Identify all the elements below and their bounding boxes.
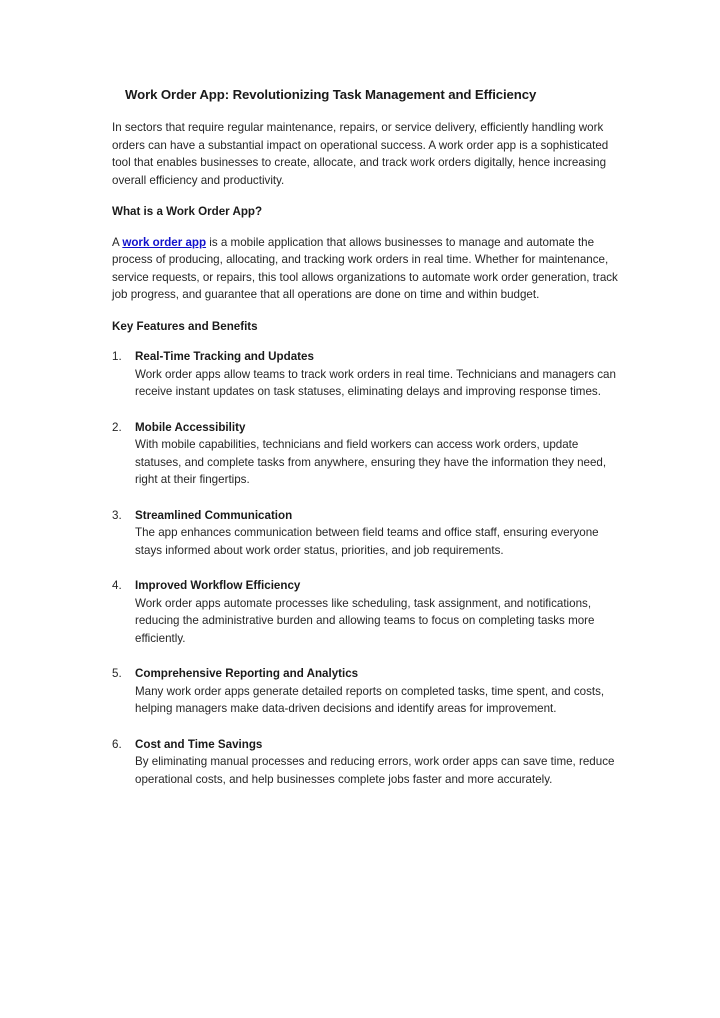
list-item-title: Streamlined Communication	[135, 508, 293, 522]
document-body: Work Order App: Revolutionizing Task Man…	[112, 86, 620, 788]
list-item: 5. Comprehensive Reporting and Analytics…	[112, 665, 620, 718]
list-item-text: By eliminating manual processes and redu…	[135, 755, 615, 786]
section-heading-what-is: What is a Work Order App?	[112, 205, 263, 218]
list-item-title: Mobile Accessibility	[135, 420, 246, 434]
text-before-link: A	[112, 235, 123, 249]
list-item: 4. Improved Workflow Efficiency Work ord…	[112, 577, 620, 647]
list-item-title: Real-Time Tracking and Updates	[135, 350, 314, 363]
list-item-number: 2.	[112, 420, 122, 434]
feature-list: 1. Real-Time Tracking and Updates Work o…	[112, 348, 620, 788]
intro-paragraph: In sectors that require regular maintena…	[112, 121, 609, 187]
what-is-paragraph: A work order app is a mobile application…	[112, 234, 620, 304]
list-item-text: The app enhances communication between f…	[135, 526, 599, 557]
list-item-text: Work order apps allow teams to track wor…	[135, 367, 616, 399]
list-item-text: Work order apps automate processes like …	[135, 596, 595, 645]
list-item-title: Comprehensive Reporting and Analytics	[135, 667, 359, 680]
list-item-number: 4.	[112, 579, 122, 592]
section-heading-key-features: Key Features and Benefits	[112, 319, 258, 333]
list-item-title: Cost and Time Savings	[135, 737, 263, 751]
list-item-number: 5.	[112, 667, 122, 680]
list-item: 2. Mobile Accessibility With mobile capa…	[112, 419, 620, 489]
document-page: Work Order App: Revolutionizing Task Man…	[0, 0, 720, 1018]
list-item-number: 3.	[112, 508, 122, 522]
list-item-text: Many work order apps generate detailed r…	[135, 684, 605, 716]
list-item-title: Improved Workflow Efficiency	[135, 579, 301, 592]
list-item-number: 6.	[112, 737, 122, 751]
list-item-text: With mobile capabilities, technicians an…	[135, 438, 607, 486]
list-item: 3. Streamlined Communication The app enh…	[112, 507, 620, 560]
page-title: Work Order App: Revolutionizing Task Man…	[125, 87, 537, 102]
list-item: 1. Real-Time Tracking and Updates Work o…	[112, 348, 620, 401]
list-item: 6. Cost and Time Savings By eliminating …	[112, 736, 620, 789]
list-item-number: 1.	[112, 350, 122, 363]
work-order-app-link[interactable]: work order app	[122, 236, 206, 249]
